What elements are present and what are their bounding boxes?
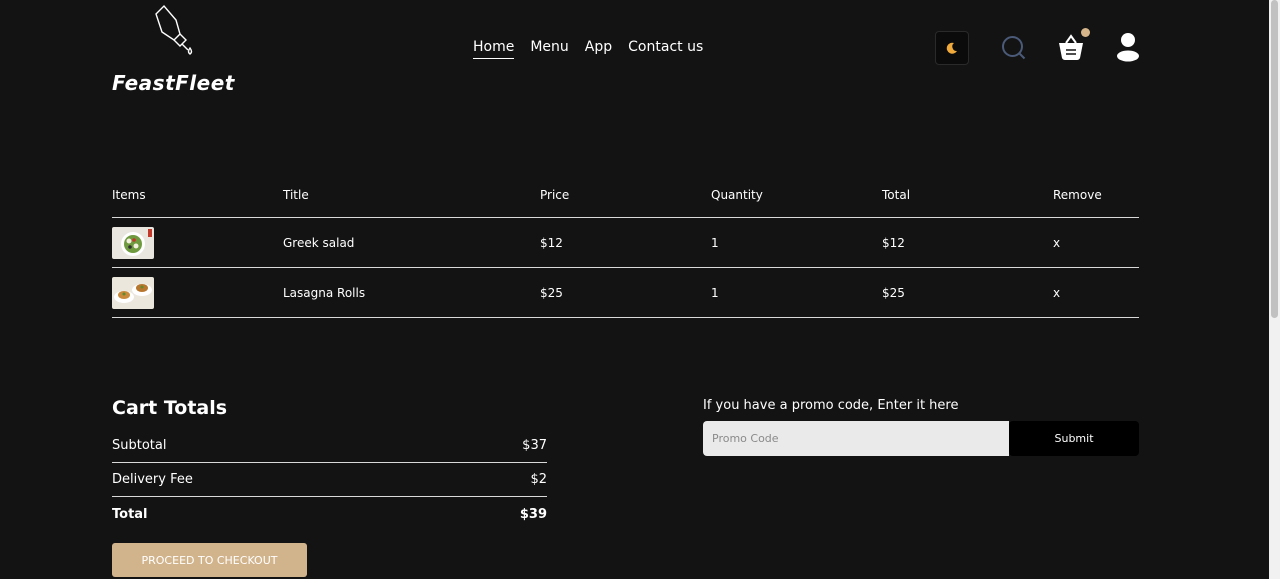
promo-submit-button[interactable]: Submit	[1009, 421, 1139, 456]
search-button[interactable]	[1001, 35, 1027, 65]
promo-section: If you have a promo code, Enter it here …	[703, 398, 1139, 456]
cart-totals: Cart Totals Subtotal $37 Delivery Fee $2…	[112, 397, 547, 531]
brand-name: FeastFleet	[112, 71, 235, 95]
table-row: Greek salad $12 1 $12 x	[112, 218, 1139, 268]
item-total: $25	[882, 285, 905, 300]
scrollbar[interactable]	[1269, 0, 1280, 579]
item-quantity: 1	[711, 285, 719, 300]
promo-code-input[interactable]	[703, 421, 1009, 456]
item-price: $25	[540, 285, 563, 300]
cart-button[interactable]	[1057, 28, 1090, 65]
subtotal-value: $37	[522, 438, 547, 453]
item-total: $12	[882, 235, 905, 250]
food-image	[112, 277, 154, 309]
col-total: Total	[882, 188, 911, 202]
col-remove: Remove	[1053, 188, 1102, 202]
item-price: $12	[540, 235, 563, 250]
col-title: Title	[283, 188, 309, 202]
subtotal-row: Subtotal $37	[112, 429, 547, 463]
item-title: Lasagna Rolls	[283, 285, 366, 300]
scrollbar-thumb[interactable]	[1271, 0, 1278, 318]
checkout-button[interactable]: PROCEED TO CHECKOUT	[112, 543, 307, 577]
nav-contact[interactable]: Contact us	[628, 39, 703, 59]
table-row: Lasagna Rolls $25 1 $25 x	[112, 268, 1139, 318]
cart-table: Items Title Price Quantity Total Remove …	[112, 188, 1139, 318]
cart-totals-heading: Cart Totals	[112, 397, 228, 419]
basket-icon	[1059, 34, 1083, 60]
item-title: Greek salad	[283, 235, 355, 250]
user-icon	[1117, 33, 1139, 62]
cart-badge	[1081, 28, 1090, 37]
nav-home[interactable]: Home	[473, 39, 515, 59]
delivery-row: Delivery Fee $2	[112, 463, 547, 497]
table-header: Items Title Price Quantity Total Remove	[112, 188, 1139, 218]
delivery-label: Delivery Fee	[112, 472, 193, 487]
total-row: Total $39	[112, 497, 547, 531]
nav-menu[interactable]: Menu	[530, 39, 568, 59]
bottle-icon	[155, 4, 193, 55]
logo[interactable]: FeastFleet	[112, 4, 252, 95]
col-price: Price	[540, 188, 570, 202]
remove-button[interactable]: x	[1053, 286, 1060, 300]
total-label: Total	[112, 506, 148, 522]
profile-button[interactable]	[1116, 32, 1140, 66]
col-quantity: Quantity	[711, 188, 763, 202]
delivery-value: $2	[530, 472, 547, 487]
promo-prompt: If you have a promo code, Enter it here	[703, 398, 959, 413]
subtotal-label: Subtotal	[112, 438, 167, 453]
remove-button[interactable]: x	[1053, 236, 1060, 250]
main-nav: Home Menu App Contact us	[473, 39, 703, 59]
search-icon	[1002, 36, 1026, 60]
col-items: Items	[112, 188, 146, 202]
total-value: $39	[519, 506, 547, 522]
header: FeastFleet Home Menu App Contact us	[0, 0, 1269, 100]
nav-app[interactable]: App	[585, 39, 612, 59]
moon-icon	[946, 42, 957, 54]
promo-form: Submit	[703, 421, 1139, 456]
theme-toggle-button[interactable]	[935, 31, 969, 65]
food-image	[112, 227, 154, 259]
item-quantity: 1	[711, 235, 719, 250]
